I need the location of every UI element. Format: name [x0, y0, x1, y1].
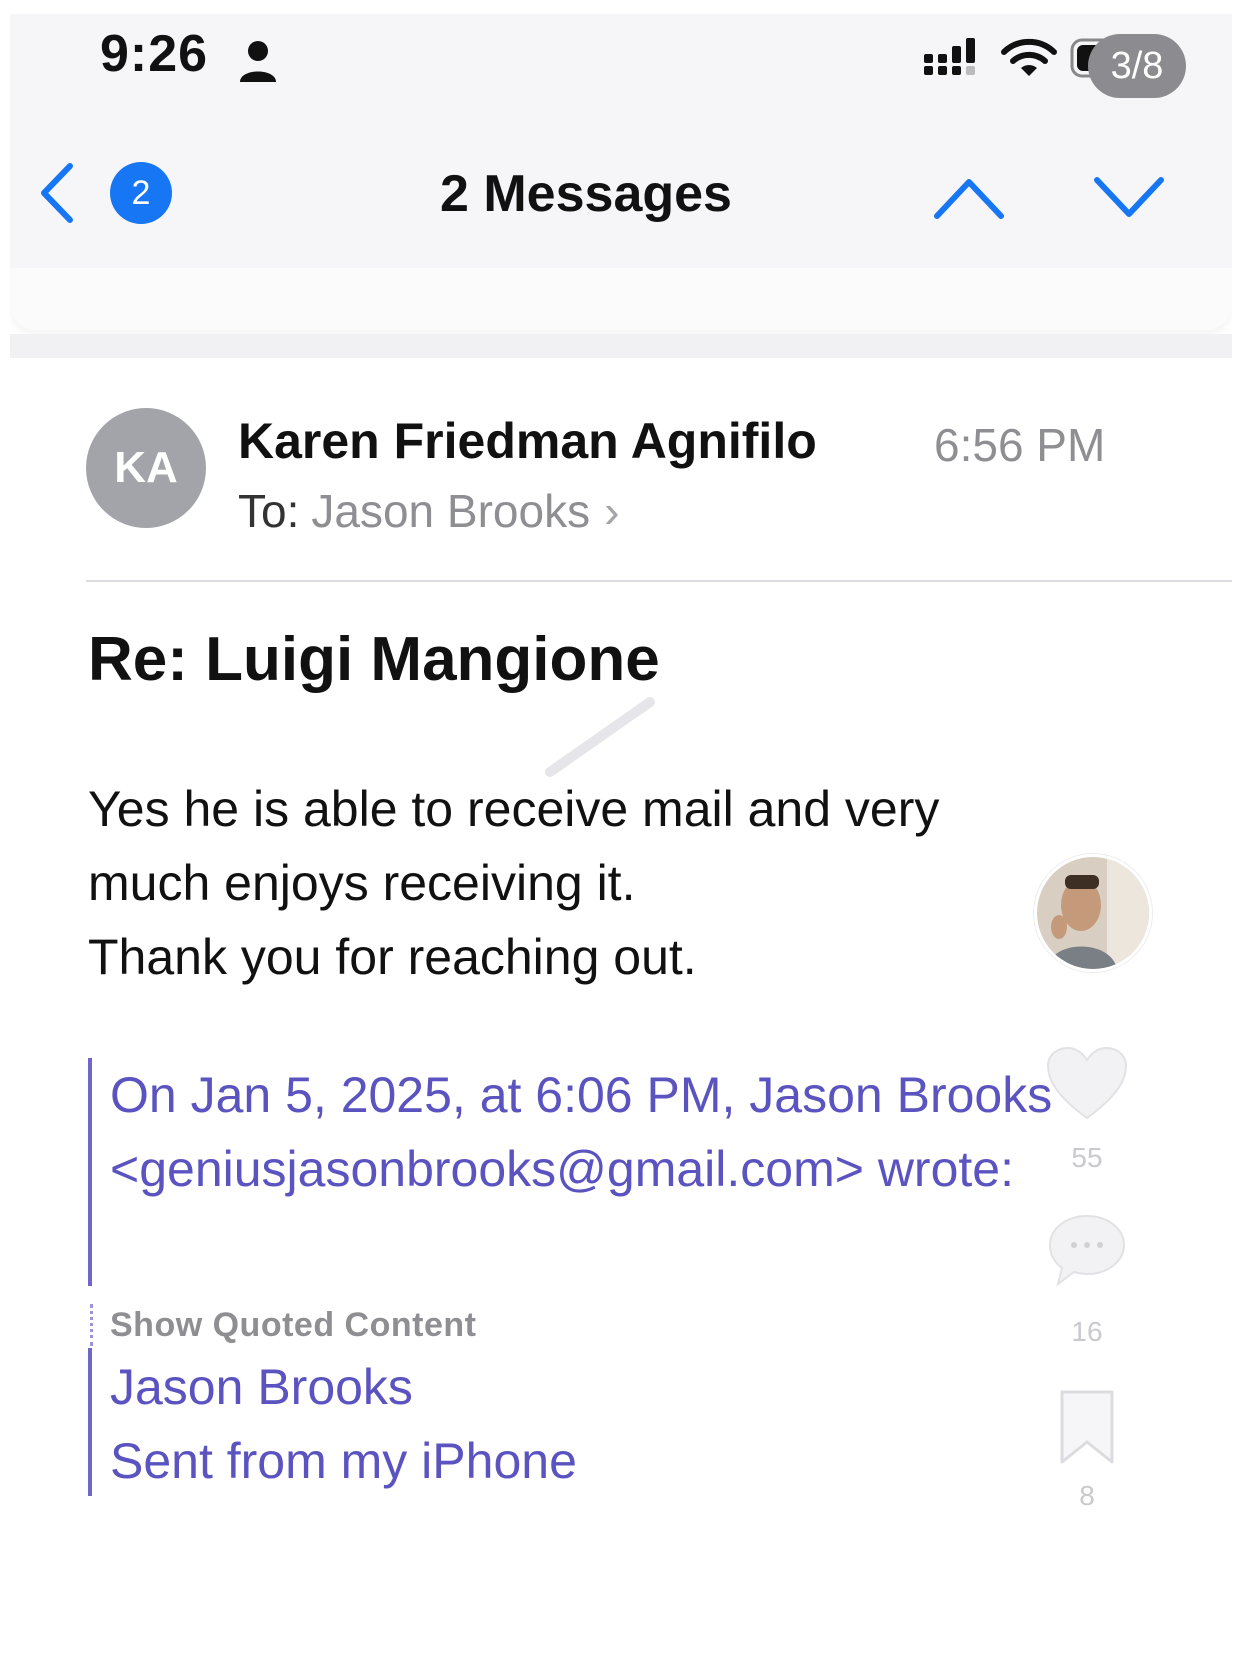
- previous-message-icon[interactable]: [932, 176, 1006, 220]
- body-line: Thank you for reaching out.: [88, 929, 697, 985]
- recipient-name[interactable]: Jason Brooks: [311, 485, 590, 537]
- show-quoted-content-button[interactable]: Show Quoted Content: [110, 1306, 476, 1345]
- status-time: 9:26: [100, 25, 209, 83]
- quote-dotted-bar: [90, 1304, 95, 1346]
- person-icon: [240, 41, 276, 82]
- bookmark-count: 8: [1079, 1480, 1095, 1511]
- heart-icon[interactable]: [1044, 1044, 1130, 1122]
- to-label: To:: [238, 485, 300, 537]
- header-divider: [86, 580, 1232, 582]
- top-bar: 9:26 2 2 Messages: [10, 14, 1232, 270]
- card-gap: [10, 334, 1232, 358]
- comment-icon[interactable]: [1046, 1212, 1128, 1290]
- sender-name[interactable]: Karen Friedman Agnifilo: [238, 412, 817, 470]
- quote-bar: [88, 1058, 92, 1286]
- previous-message-card[interactable]: [10, 268, 1232, 330]
- chevron-right-icon[interactable]: ›: [604, 485, 619, 537]
- message-time: 6:56 PM: [934, 419, 1106, 471]
- play-icon: [545, 697, 655, 777]
- bookmark-icon[interactable]: [1056, 1388, 1118, 1466]
- body-line: Yes he is able to receive mail and very: [88, 781, 940, 837]
- unread-count-badge[interactable]: 2: [110, 162, 172, 224]
- signature-name: Jason Brooks: [110, 1359, 413, 1415]
- quote-email-line[interactable]: <geniusjasonbrooks@gmail.com> wrote:: [110, 1140, 1014, 1198]
- body-line: much enjoys receiving it.: [88, 855, 636, 911]
- creator-photo-icon: [1037, 857, 1149, 969]
- comment-count: 16: [1071, 1316, 1103, 1347]
- creator-avatar-icon[interactable]: [1034, 854, 1152, 972]
- like-count: 55: [1071, 1142, 1103, 1173]
- wifi-icon: [1001, 38, 1057, 76]
- signature-sent-from: Sent from my iPhone: [110, 1433, 577, 1489]
- signal-icon: [924, 38, 975, 75]
- sender-avatar[interactable]: KA: [86, 408, 206, 528]
- page-counter-badge: 3/8: [1088, 34, 1186, 98]
- recipient-row: To: Jason Brooks ›: [238, 484, 619, 538]
- nav-title: 2 Messages: [440, 165, 732, 223]
- next-message-icon[interactable]: [1092, 176, 1166, 220]
- mail-screen: 9:26 2 2 Messages KA Karen Friedman Agni…: [10, 14, 1232, 1654]
- back-chevron-icon[interactable]: [38, 162, 78, 224]
- signature-quote-bar: [88, 1348, 92, 1496]
- quote-header-line: On Jan 5, 2025, at 6:06 PM, Jason Brooks: [110, 1067, 1053, 1123]
